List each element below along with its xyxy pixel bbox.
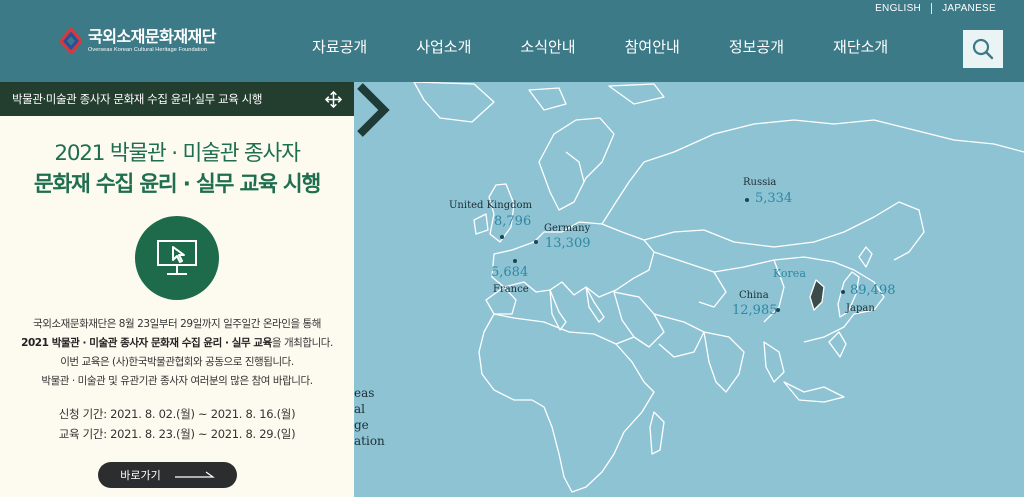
apply-period: 신청 기간: 2021. 8. 02.(월) ~ 2021. 8. 16.(월) [58, 407, 296, 421]
country-count-russia: 5,334 [755, 191, 793, 206]
popup-bar-title: 박물관·미술관 종사자 문화재 수집 윤리·실무 교육 시행 [12, 92, 263, 106]
popup-body-rest: 을 개최합니다. [271, 337, 333, 349]
nav-item-data[interactable]: 자료공개 [312, 36, 367, 57]
popup-dates: 신청 기간: 2021. 8. 02.(월) ~ 2021. 8. 16.(월)… [0, 404, 354, 444]
popup-description: 국외소재문화재단은 8월 23일부터 29일까지 일주일간 온라인을 통해 20… [0, 315, 354, 391]
country-label-france: France [493, 284, 529, 295]
lang-japanese-link[interactable]: JAPANESE [942, 3, 996, 14]
map-legend-peek: eas al ge ation [354, 385, 385, 449]
country-label-germany: Germany [544, 223, 591, 234]
country-count-france: 5,684 [491, 265, 529, 280]
legend-peek-line: al [354, 402, 365, 416]
world-map[interactable]: United Kingdom 8,796 Germany 13,309 5,68… [354, 82, 1024, 497]
legend-peek-line: eas [354, 386, 375, 400]
lang-divider [931, 3, 933, 14]
marker-dot-japan[interactable] [841, 290, 845, 294]
search-button[interactable] [963, 30, 1003, 68]
marker-dot-france[interactable] [513, 259, 517, 263]
nav-item-participation[interactable]: 참여안내 [625, 36, 680, 57]
logo-mark-icon [60, 28, 82, 54]
country-label-china: China [739, 290, 769, 301]
chevron-right-icon[interactable] [354, 82, 390, 138]
move-icon[interactable] [325, 90, 342, 108]
legend-peek-line: ation [354, 434, 385, 448]
marker-dot-uk[interactable] [500, 235, 504, 239]
monitor-cursor-icon [157, 240, 197, 275]
go-button[interactable]: 바로가기 [98, 462, 237, 488]
nav-item-disclosure[interactable]: 정보공개 [729, 36, 784, 57]
main-nav: 자료공개 사업소개 소식안내 참여안내 정보공개 재단소개 [312, 36, 937, 57]
language-switch: ENGLISH JAPANESE [875, 3, 996, 14]
country-count-japan: 89,498 [850, 283, 896, 298]
popup-body-line: 박물관 · 미술관 및 유관기관 종사자 여러분의 많은 참여 바랍니다. [41, 375, 313, 387]
country-label-russia: Russia [743, 177, 777, 188]
popup-heading-line1: 2021 박물관 · 미술관 종사자 [54, 141, 301, 166]
marker-dot-russia[interactable] [745, 198, 749, 202]
site-logo[interactable]: 국외소재문화재재단 Overseas Korean Cultural Herit… [60, 28, 216, 54]
map-outline [413, 82, 1024, 493]
country-label-uk: United Kingdom [449, 200, 532, 211]
country-count-germany: 13,309 [545, 236, 591, 251]
popup-body-line: 국외소재문화재단은 8월 23일부터 29일까지 일주일간 온라인을 통해 [33, 318, 321, 330]
go-button-label: 바로가기 [120, 469, 161, 482]
search-icon [972, 38, 994, 60]
nav-item-business[interactable]: 사업소개 [416, 36, 471, 57]
nav-item-news[interactable]: 소식안내 [520, 36, 575, 57]
popup-heading: 2021 박물관 · 미술관 종사자 문화재 수집 윤리 · 실무 교육 시행 [0, 138, 354, 200]
lang-english-link[interactable]: ENGLISH [875, 3, 921, 14]
marker-dot-germany[interactable] [534, 240, 538, 244]
education-period: 교육 기간: 2021. 8. 23.(월) ~ 2021. 8. 29.(일) [58, 427, 296, 441]
popup-body-line: 2021 박물관 · 미술관 종사자 문화재 수집 윤리 · 실무 교육을 개최… [0, 334, 354, 353]
country-count-china: 12,985 [732, 303, 778, 318]
logo-subtitle: Overseas Korean Cultural Heritage Founda… [88, 47, 208, 53]
long-arrow-right-icon [174, 471, 215, 478]
popup-body-line: 이번 교육은 (사)한국박물관협회와 공동으로 진행됩니다. [60, 356, 294, 368]
nav-item-about[interactable]: 재단소개 [833, 36, 888, 57]
marker-dot-china[interactable] [776, 308, 780, 312]
legend-peek-line: ge [354, 418, 369, 432]
site-header: ENGLISH JAPANESE 국외소재문화재재단 Overseas Kore… [0, 0, 1024, 82]
country-count-uk: 8,796 [494, 214, 532, 229]
popup-title-bar[interactable]: 박물관·미술관 종사자 문화재 수집 윤리·실무 교육 시행 [0, 82, 354, 116]
notice-popup: 박물관·미술관 종사자 문화재 수집 윤리·실무 교육 시행 2021 박물관 … [0, 82, 354, 497]
badge-circle [135, 216, 219, 300]
korea-label: Korea [773, 267, 806, 280]
logo-title: 국외소재문화재재단 [88, 27, 216, 46]
country-label-japan: Japan [846, 303, 875, 314]
popup-heading-line2: 문화재 수집 윤리 · 실무 교육 시행 [33, 172, 321, 197]
popup-body-bold: 2021 박물관 · 미술관 종사자 문화재 수집 윤리 · 실무 교육 [21, 337, 272, 349]
